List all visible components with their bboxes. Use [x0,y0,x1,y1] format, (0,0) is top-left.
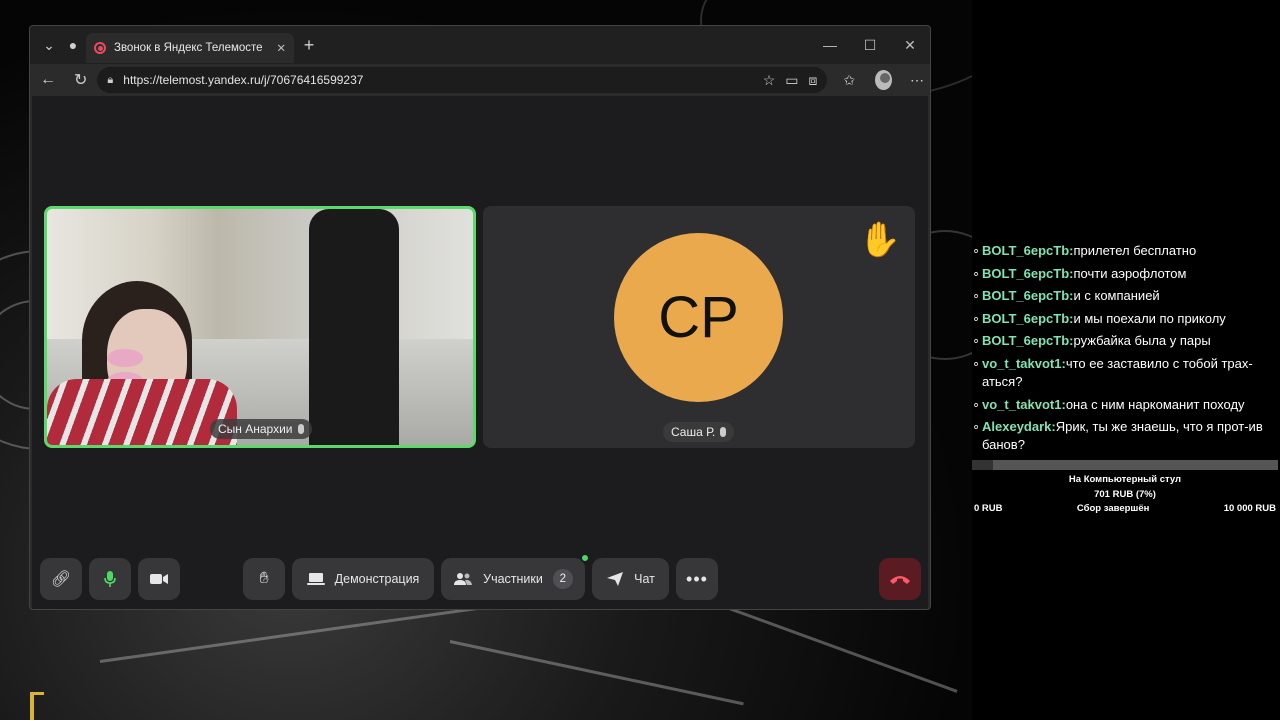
stream-chat: BOLT_6ерсТb:прилетел бесплатно BOLT_6ерс… [972,242,1278,459]
new-tab-icon[interactable]: + [294,30,324,60]
chat-text: и с компанией [1073,288,1160,304]
back-arrow-icon[interactable]: ← [40,71,56,89]
participants-button[interactable]: Участники 2 [441,553,590,600]
microphone-button[interactable] [89,558,131,600]
more-button[interactable]: ••• [676,558,718,600]
chat-message: BOLT_6ерсТb:и мы поехали по приколу [972,310,1278,328]
chat-nick: BOLT_6ерсТb: [982,243,1074,258]
chat-text: почти аэрофлотом [1073,265,1187,281]
recording-icon [94,42,106,54]
screen-share-label: Демонстрация [334,572,420,586]
raise-hand-button[interactable]: ✋︎ [243,558,285,600]
link-icon: 🔗︎ [50,571,72,588]
chat-text: прилетел бесплатно [1073,243,1197,258]
favorites-icon[interactable]: ✩ [843,72,855,89]
close-window-icon[interactable]: ✕ [890,26,930,64]
more-menu-icon[interactable]: ⋯ [910,72,924,89]
url-field[interactable]: 🔒︎ https://telemost.yandex.ru/j/70676416… [97,67,828,93]
window-controls: — ☐ ✕ [810,26,930,64]
participants-count-badge: 2 [552,569,573,589]
chat-text: она с ним наркоманит походу [1065,396,1245,412]
tab-title: Звонок в Яндекс Телемосте [114,42,263,54]
participant-tile-2[interactable]: СР ✋ Саша Р. [483,206,915,448]
participant-name: Саша Р. [671,425,716,439]
profile-avatar[interactable] [875,70,892,90]
end-call-button[interactable] [879,558,921,600]
chat-nick: Alexeydark: [982,419,1056,435]
tab-bar: ⌄ ● Звонок в Яндекс Телемосте ✕ + — ☐ ✕ [30,26,930,64]
favorite-star-icon[interactable]: ☆ [763,72,776,89]
tab-close-icon[interactable]: ✕ [276,41,286,55]
tab-telemost[interactable]: Звонок в Яндекс Телемосте ✕ [86,33,294,63]
video-camera-icon [150,574,168,584]
donation-goal-widget: На Компьютерный стул 701 RUB (7%) 0 RUB … [972,460,1278,514]
mic-icon [297,424,304,434]
telemost-page: Сын Анархии СР ✋ Саша Р. 🔗︎ ✋︎ Демонстра… [32,96,928,609]
screen: ⌄ ● Звонок в Яндекс Телемосте ✕ + — ☐ ✕ … [0,0,1280,720]
minimize-icon[interactable]: — [810,26,850,64]
chat-nick: vo_t_takvot1: [982,396,1066,412]
lock-icon: 🔒︎ [107,73,114,86]
participant-name: Сын Анархии [218,422,293,436]
chat-message: vo_t_takvot1:что ее заставило с тобой тр… [972,355,1278,391]
chat-nick: BOLT_6ерсТb: [982,288,1074,304]
donation-title: На Компьютерный стул [1068,474,1182,485]
chat-label: Чат [634,572,655,586]
chat-button[interactable]: Чат [592,558,669,600]
screen-share-button[interactable]: Демонстрация [292,558,434,600]
corner-logo-icon [30,692,44,720]
chat-message: vo_t_takvot1:она с ним наркоманит походу [972,396,1278,414]
more-dots-icon: ••• [686,568,708,589]
chat-message: BOLT_6ерсТb:почти аэрофлотом [972,265,1278,283]
donation-amount: 701 RUB (7%) [1094,489,1156,500]
chat-message: BOLT_6ерсТb:и с компанией [972,287,1278,305]
donation-min: 0 RUB [974,503,1003,514]
chat-message: BOLT_6ерсТb:ружбайка была у пары [972,332,1278,350]
send-plane-icon [607,572,624,586]
participant-avatar: СР [614,233,783,402]
browser-window: ⌄ ● Звонок в Яндекс Телемосте ✕ + — ☐ ✕ … [29,25,931,610]
hang-up-icon [890,576,910,584]
microphone-icon [104,571,116,587]
donation-range: 0 RUB Сбор завершён 10 000 RUB [972,503,1278,514]
donation-progress-fill [972,460,994,470]
participant-tile-1[interactable]: Сын Анархии [44,206,476,448]
chat-nick: vo_t_takvot1: [982,355,1066,371]
chat-text: ружбайка была у пары [1073,333,1211,349]
online-indicator [580,553,590,563]
donation-max: 10 000 RUB [1223,503,1276,514]
copy-link-button[interactable]: 🔗︎ [40,558,82,600]
chat-text: и мы поехали по приколу [1073,310,1226,326]
video-feed [47,209,473,445]
maximize-icon[interactable]: ☐ [850,26,890,64]
tab-list-chevron-icon[interactable]: ⌄ [34,30,64,60]
laptop-icon [306,573,325,585]
chat-message: Alexeydark:Ярик, ты же знаешь, что я про… [972,418,1278,454]
chat-nick: BOLT_6ерсТb: [982,333,1074,349]
address-bar: ← ↻ 🔒︎ https://telemost.yandex.ru/j/7067… [30,64,930,96]
camera-button[interactable] [138,558,180,600]
chat-nick: BOLT_6ерсТb: [982,265,1074,281]
participants-label: Участники [483,572,543,586]
raised-hand-icon: ✋ [858,221,901,259]
donation-progress-bar [972,460,1278,470]
url-text: https://telemost.yandex.ru/j/70676416599… [123,73,364,87]
participant-name-chip: Саша Р. [663,422,735,442]
mic-icon [720,427,727,437]
donation-status: Сбор завершён [1076,503,1150,514]
screen-capture-icon[interactable]: ⧈ [809,72,818,89]
reload-icon[interactable]: ↻ [74,70,87,90]
chat-nick: BOLT_6ерсТb: [982,310,1074,326]
participant-name-chip: Сын Анархии [210,419,312,439]
participants-icon [454,573,473,585]
camera-indicator-icon: ● [68,37,78,53]
camera-permission-icon[interactable]: ▭ [785,72,798,89]
chat-message: BOLT_6ерсТb:прилетел бесплатно [972,242,1278,260]
hand-icon: ✋︎ [259,570,269,587]
